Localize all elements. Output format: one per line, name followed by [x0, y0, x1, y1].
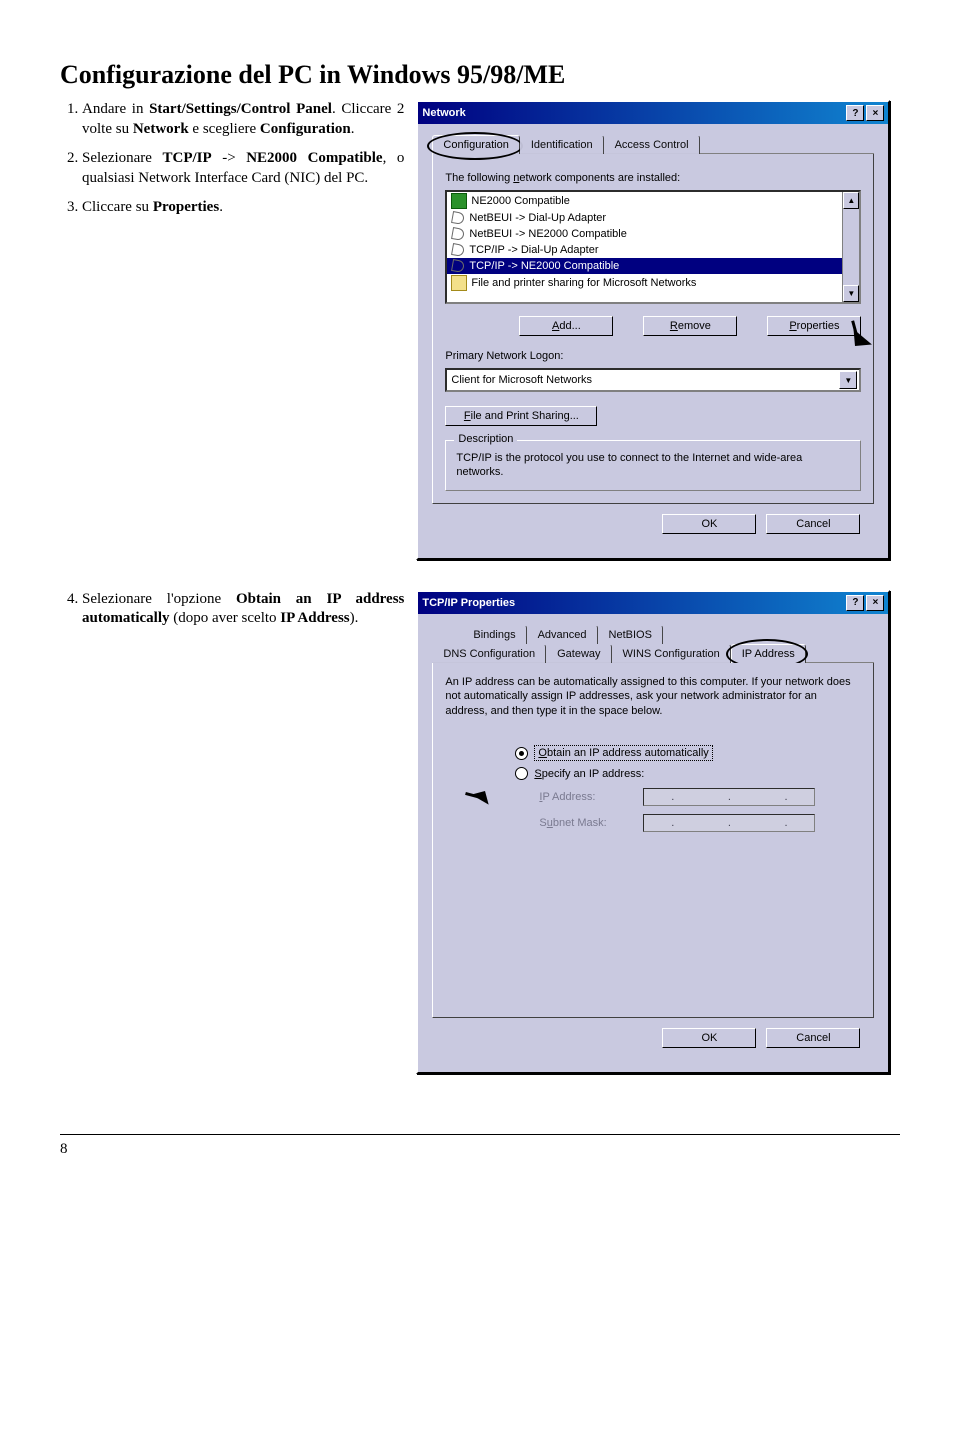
properties-button[interactable]: Properties	[767, 316, 861, 336]
list-item: NetBEUI -> NE2000 Compatible	[447, 226, 842, 242]
protocol-icon	[451, 243, 465, 257]
tab-dns[interactable]: DNS Configuration	[432, 644, 546, 663]
annotation-arrow-icon	[472, 777, 499, 804]
radio-obtain-auto[interactable]: Obtain an IP address automatically	[515, 745, 861, 761]
tab-identification[interactable]: Identification	[520, 135, 604, 154]
primary-logon-select[interactable]: Client for Microsoft Networks ▼	[445, 368, 861, 392]
description-group: Description TCP/IP is the protocol you u…	[445, 440, 861, 491]
radio-specify[interactable]: Specify an IP address:	[515, 767, 861, 780]
page-title: Configurazione del PC in Windows 95/98/M…	[60, 60, 900, 90]
window-title: TCP/IP Properties	[422, 597, 515, 609]
step-1: Andare in Start/Settings/Control Panel. …	[82, 100, 404, 139]
ok-button[interactable]: OK	[662, 1028, 756, 1048]
close-icon[interactable]: ×	[866, 595, 884, 611]
subnet-mask-input: ...	[643, 814, 815, 832]
window-title: Network	[422, 107, 465, 119]
cancel-button[interactable]: Cancel	[766, 1028, 860, 1048]
remove-button[interactable]: Remove	[643, 316, 737, 336]
add-button[interactable]: Add...	[519, 316, 613, 336]
tab-configuration[interactable]: Configuration	[432, 135, 519, 154]
radio-dot-icon	[515, 747, 528, 760]
adapter-icon	[451, 193, 467, 209]
protocol-icon	[451, 259, 465, 273]
tab-ip-address[interactable]: IP Address	[731, 644, 806, 663]
ip-address-input: ...	[643, 788, 815, 806]
page-number: 8	[60, 1134, 900, 1158]
network-dialog: Network ? × Configuration Identification…	[416, 100, 890, 560]
components-listbox[interactable]: NE2000 Compatible NetBEUI -> Dial-Up Ada…	[445, 190, 861, 304]
step-3: Cliccare su Properties.	[82, 198, 404, 218]
scroll-up-icon[interactable]: ▲	[843, 192, 859, 209]
tab-gateway[interactable]: Gateway	[546, 644, 611, 663]
tab-wins[interactable]: WINS Configuration	[612, 644, 731, 663]
protocol-icon	[451, 211, 465, 225]
help-icon[interactable]: ?	[846, 105, 864, 121]
tab-advanced[interactable]: Advanced	[527, 625, 598, 644]
cancel-button[interactable]: Cancel	[766, 514, 860, 534]
ok-button[interactable]: OK	[662, 514, 756, 534]
list-item: NE2000 Compatible	[447, 192, 842, 210]
radio-dot-icon	[515, 767, 528, 780]
titlebar: Network ? ×	[418, 102, 888, 124]
protocol-icon	[451, 227, 465, 241]
list-item: NetBEUI -> Dial-Up Adapter	[447, 210, 842, 226]
scrollbar[interactable]: ▲ ▼	[842, 192, 859, 302]
list-item: TCP/IP -> Dial-Up Adapter	[447, 242, 842, 258]
step-2: Selezionare TCP/IP -> NE2000 Compatible,…	[82, 149, 404, 188]
list-item-selected: TCP/IP -> NE2000 Compatible	[447, 258, 842, 274]
help-icon[interactable]: ?	[846, 595, 864, 611]
step-4: Selezionare l'opzione Obtain an IP addre…	[82, 590, 404, 629]
close-icon[interactable]: ×	[866, 105, 884, 121]
installed-label: The following network components are ins…	[445, 172, 861, 184]
chevron-down-icon[interactable]: ▼	[839, 371, 857, 389]
list-item: File and printer sharing for Microsoft N…	[447, 274, 842, 292]
file-print-sharing-button[interactable]: File and Print Sharing...	[445, 406, 597, 426]
logon-label: Primary Network Logon:	[445, 350, 861, 362]
share-icon	[451, 275, 467, 291]
intro-text: An IP address can be automatically assig…	[445, 675, 861, 720]
scroll-down-icon[interactable]: ▼	[843, 285, 859, 302]
tab-access-control[interactable]: Access Control	[604, 135, 700, 154]
instructions-left-2: Selezionare l'opzione Obtain an IP addre…	[60, 590, 404, 639]
instructions-left: Andare in Start/Settings/Control Panel. …	[60, 100, 404, 228]
tcpip-dialog: TCP/IP Properties ? × Bindings Advanced …	[416, 590, 890, 1074]
tab-netbios[interactable]: NetBIOS	[598, 625, 663, 644]
titlebar: TCP/IP Properties ? ×	[418, 592, 888, 614]
tab-bindings[interactable]: Bindings	[462, 625, 526, 644]
